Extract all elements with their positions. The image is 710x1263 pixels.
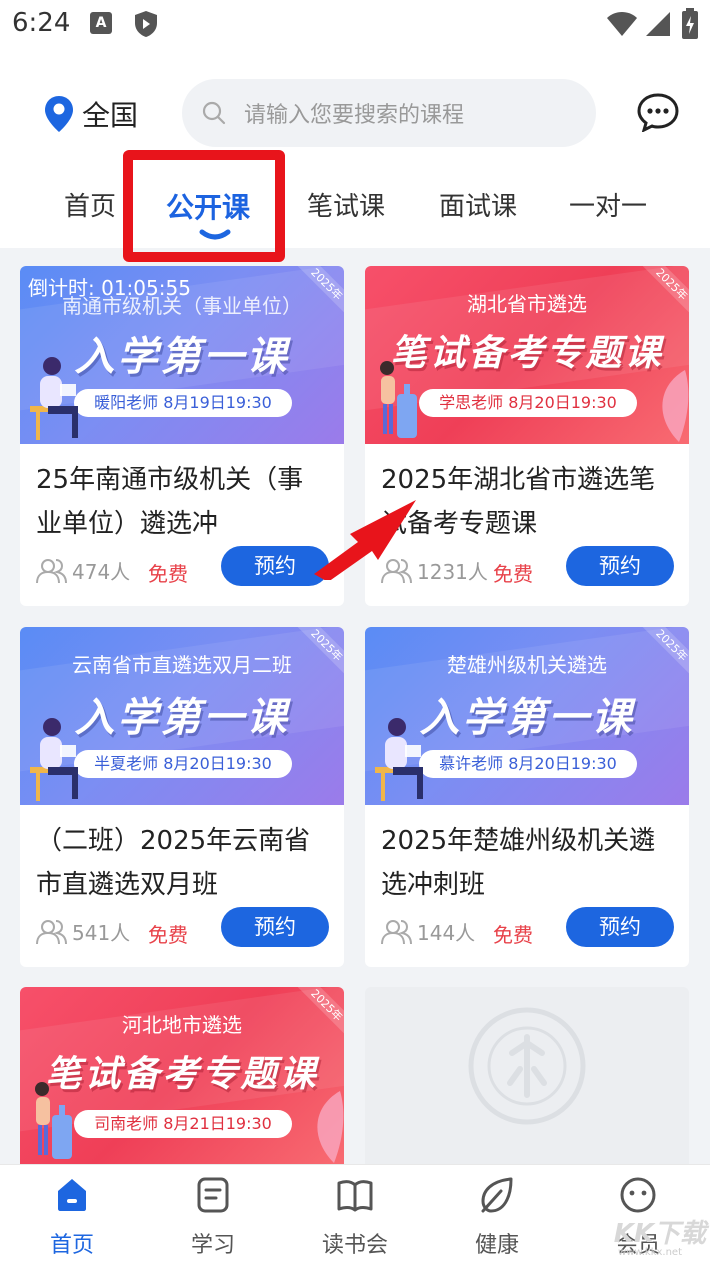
leaf-icon xyxy=(481,1177,513,1213)
leaf-decoration xyxy=(317,1091,344,1163)
message-icon[interactable] xyxy=(636,92,680,132)
course-footer: 144人 免费 预约 xyxy=(365,907,689,963)
nav-health[interactable]: 健康 xyxy=(437,1175,557,1259)
search-icon xyxy=(202,101,226,125)
people-icon xyxy=(36,919,67,944)
nav-label: 首页 xyxy=(49,1233,94,1258)
highlight-annotation-box xyxy=(123,150,285,262)
banner-subtitle: 云南省市直遴选双月二班 xyxy=(72,653,292,677)
book-button[interactable]: 预约 xyxy=(221,907,329,947)
tab-written-course[interactable]: 笔试课 xyxy=(307,186,385,223)
teacher-figure-illustration xyxy=(30,718,78,801)
course-footer: 541人 免费 预约 xyxy=(20,907,344,963)
nav-label: 读书会 xyxy=(321,1233,388,1258)
status-bar: 6:24 A xyxy=(0,0,710,50)
countdown-timer: 倒计时: 01:05:55 xyxy=(28,276,191,300)
location-selector[interactable]: 全国 xyxy=(44,94,138,134)
home-icon xyxy=(58,1179,86,1211)
study-icon xyxy=(197,1177,229,1213)
people-icon xyxy=(381,919,412,944)
tab-one-on-one[interactable]: 一对一 xyxy=(569,186,647,223)
member-icon xyxy=(620,1177,656,1213)
price-free: 免费 xyxy=(493,562,533,586)
banner-teacher-time: 半夏老师 8月20日19:30 xyxy=(74,750,292,778)
course-title[interactable]: 25年南通市级机关（事业单位）遴选冲 xyxy=(20,444,344,546)
wifi-icon xyxy=(607,12,637,36)
course-card[interactable]: 2025年 南通市级机关（事业单位） 倒计时: 01:05:55 入学第一课 暖… xyxy=(20,266,344,606)
banner-subtitle: 湖北省市遴选 xyxy=(467,292,587,316)
enrollment: 144人 xyxy=(381,917,475,946)
course-card[interactable]: 2025年 楚雄州级机关遴选 入学第一课 慕许老师 8月20日19:30 202… xyxy=(365,627,689,967)
price-free: 免费 xyxy=(148,562,188,586)
book-icon xyxy=(337,1180,373,1212)
course-title[interactable]: （二班）2025年云南省市直遴选双月班 xyxy=(20,805,344,907)
tab-interview-course[interactable]: 面试课 xyxy=(439,186,517,223)
enrollment-count: 144人 xyxy=(417,921,476,945)
book-button[interactable]: 预约 xyxy=(566,546,674,586)
shield-icon xyxy=(135,11,157,37)
banner-subtitle: 河北地市遴选 xyxy=(122,1013,242,1037)
course-card[interactable]: 2025年 云南省市直遴选双月二班 入学第一课 半夏老师 8月20日19:30 … xyxy=(20,627,344,967)
watermark-text: KK下载 xyxy=(613,1219,706,1249)
brand-seal-logo xyxy=(468,1007,586,1125)
course-banner: 2025年 楚雄州级机关遴选 入学第一课 慕许老师 8月20日19:30 xyxy=(365,627,689,805)
enrollment: 541人 xyxy=(36,917,130,946)
banner-teacher-time: 慕许老师 8月20日19:30 xyxy=(419,750,637,778)
placeholder-card xyxy=(365,987,689,1172)
notification-a-icon: A xyxy=(90,12,112,34)
course-banner: 2025年 南通市级机关（事业单位） 倒计时: 01:05:55 入学第一课 暖… xyxy=(20,266,344,444)
enrollment-count: 1231人 xyxy=(417,560,488,584)
banner-subtitle: 楚雄州级机关遴选 xyxy=(447,653,607,677)
header: 全国 请输入您要搜索的课程 首页 公开课 笔试课 面试课 一对一 xyxy=(0,50,710,248)
course-banner: 2025年 湖北省市遴选 笔试备考专题课 学思老师 8月20日19:30 xyxy=(365,266,689,444)
banner-teacher-time: 暖阳老师 8月19日19:30 xyxy=(74,389,292,417)
enrollment-count: 541人 xyxy=(72,921,131,945)
price-free: 免费 xyxy=(148,923,188,947)
teacher-figure-illustration xyxy=(30,357,78,440)
people-icon xyxy=(36,558,67,583)
traveler-figure-illustration xyxy=(35,1082,72,1159)
leaf-decoration xyxy=(662,370,689,442)
traveler-figure-illustration xyxy=(380,361,417,438)
course-footer: 474人 免费 预约 xyxy=(20,546,344,602)
tab-bar: 首页 公开课 笔试课 面试课 一对一 xyxy=(0,174,710,244)
nav-label: 学习 xyxy=(190,1233,235,1258)
nav-label: 健康 xyxy=(474,1233,519,1258)
signal-icon xyxy=(646,12,670,36)
location-pin-icon xyxy=(45,96,73,132)
course-card[interactable]: 2025年 河北地市遴选 笔试备考专题课 司南老师 8月21日19:30 xyxy=(20,987,344,1172)
status-time: 6:24 xyxy=(12,8,71,38)
enrollment-count: 474人 xyxy=(72,560,131,584)
battery-icon xyxy=(682,8,698,39)
search-placeholder: 请输入您要搜索的课程 xyxy=(244,103,465,128)
course-title[interactable]: 2025年楚雄州级机关遴选冲刺班 xyxy=(365,805,689,907)
location-label: 全国 xyxy=(82,99,139,132)
nav-study[interactable]: 学习 xyxy=(153,1175,273,1259)
annotation-arrow xyxy=(314,500,416,580)
course-banner: 2025年 云南省市直遴选双月二班 入学第一课 半夏老师 8月20日19:30 xyxy=(20,627,344,805)
book-button[interactable]: 预约 xyxy=(566,907,674,947)
teacher-figure-illustration xyxy=(375,718,423,801)
banner-teacher-time: 学思老师 8月20日19:30 xyxy=(419,389,637,417)
nav-home[interactable]: 首页 xyxy=(12,1175,132,1259)
nav-book-club[interactable]: 读书会 xyxy=(295,1175,415,1259)
price-free: 免费 xyxy=(493,923,533,947)
bottom-navigation: 首页 学习 读书会 健康 会员 KK下载 www.kkx.net xyxy=(0,1164,710,1263)
banner-teacher-time: 司南老师 8月21日19:30 xyxy=(74,1110,292,1138)
watermark-url: www.kkx.net xyxy=(618,1247,682,1258)
search-input[interactable]: 请输入您要搜索的课程 xyxy=(182,79,596,147)
tab-home[interactable]: 首页 xyxy=(64,186,116,223)
course-banner: 2025年 河北地市遴选 笔试备考专题课 司南老师 8月21日19:30 xyxy=(20,987,344,1165)
enrollment: 474人 xyxy=(36,556,130,585)
